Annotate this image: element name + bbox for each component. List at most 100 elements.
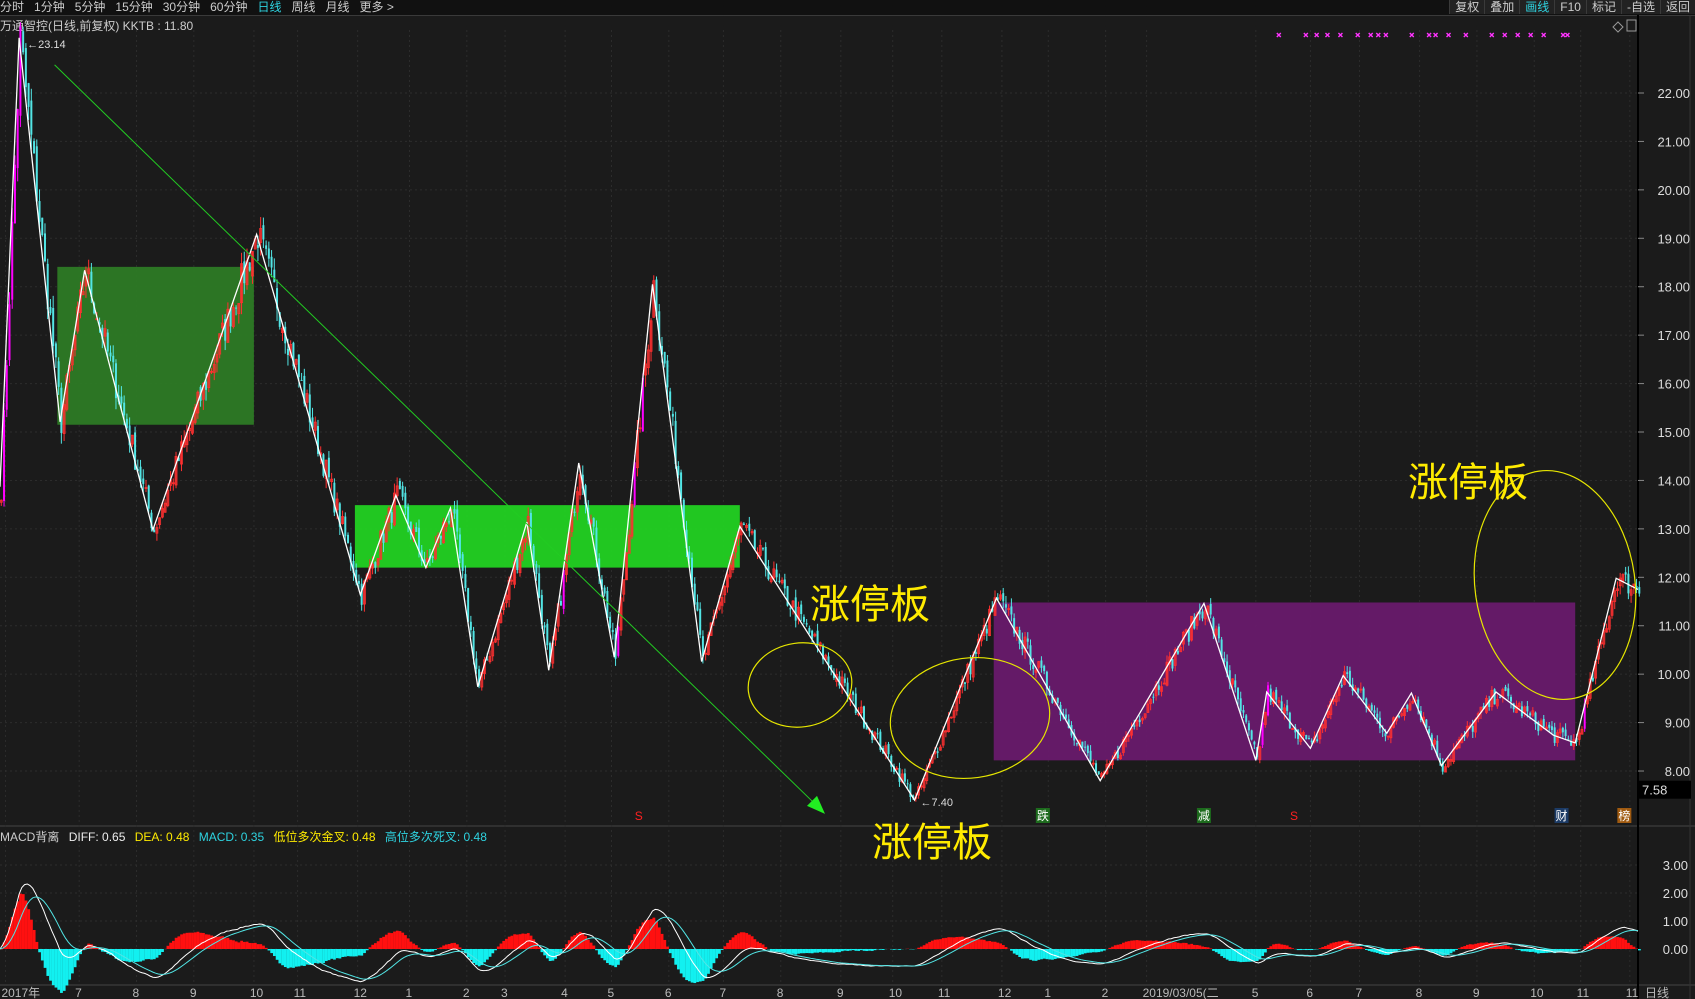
macd-histogram-bar (510, 935, 514, 949)
time-axis-label: 2 (1102, 986, 1109, 999)
macd-histogram-bar (1193, 944, 1196, 949)
candle-body (974, 652, 977, 654)
candle-body (1624, 572, 1627, 575)
price-tick-label: 14.00 (1657, 473, 1690, 488)
macd-histogram-bar (1176, 942, 1180, 949)
candle-body (404, 492, 407, 509)
macd-histogram-bar (1283, 944, 1286, 949)
macd-histogram-bar (360, 949, 364, 956)
candle-body (1381, 730, 1384, 732)
low-price-label: ←7.40 (921, 797, 953, 809)
macd-histogram-bar (335, 949, 339, 959)
macd-histogram-bar (1621, 938, 1625, 949)
candle-body (11, 221, 14, 300)
candle-body (1032, 665, 1035, 670)
macd-histogram-bar (1239, 949, 1243, 963)
macd-histogram-bar (1040, 949, 1043, 960)
macd-histogram-bar (917, 947, 921, 949)
macd-histogram-bar (925, 943, 929, 949)
macd-histogram-bar (922, 945, 926, 949)
candle-body (666, 360, 669, 388)
macd-histogram-bar (144, 949, 148, 960)
macd-histogram-bar (1179, 943, 1183, 949)
macd-histogram-bar (941, 938, 945, 949)
candle-body (1269, 688, 1272, 702)
signal-cross-icon (1463, 32, 1469, 38)
macd-histogram-bar (354, 949, 358, 957)
time-axis-label: 7 (1356, 986, 1363, 999)
time-axis-label: 10 (889, 986, 903, 999)
candle-body (458, 534, 461, 559)
candle-body (273, 269, 276, 283)
macd-histogram-bar (936, 939, 940, 949)
macd-histogram-bar (453, 942, 456, 949)
macd-histogram-bar (229, 939, 233, 949)
candle-body (1471, 725, 1474, 732)
time-axis-label: 8 (777, 986, 784, 999)
macd-histogram-bar (985, 941, 989, 949)
candle-body (415, 527, 418, 532)
macd-histogram-bar (944, 937, 948, 949)
candle-body (546, 623, 549, 646)
macd-histogram-bar (1526, 949, 1529, 952)
macd-histogram-bar (1015, 949, 1019, 955)
macd-histogram-bar (1460, 946, 1464, 949)
macd-histogram-bar (717, 949, 721, 954)
macd-histogram-bar (851, 949, 855, 951)
macd-histogram-bar (1122, 942, 1125, 949)
macd-histogram-bar (1225, 949, 1229, 960)
candle-body (401, 485, 404, 497)
macd-histogram-bar (603, 949, 607, 961)
macd-histogram-bar (933, 939, 937, 949)
candle-body (852, 691, 855, 695)
macd-histogram-bar (1135, 940, 1139, 949)
macd-histogram-bar (1567, 949, 1570, 952)
macd-histogram-bar (234, 941, 238, 949)
macd-histogram-bar (215, 936, 219, 949)
macd-histogram-bar (1132, 940, 1136, 949)
macd-histogram-bar (494, 949, 497, 951)
candle-body (1638, 587, 1641, 594)
macd-histogram-bar (838, 949, 841, 953)
candle-body (1201, 611, 1204, 619)
macd-histogram-bar (1081, 949, 1084, 955)
macd-histogram-bar (1277, 943, 1281, 949)
candle-body (382, 533, 385, 543)
macd-histogram-bar (1261, 949, 1265, 956)
candle-body (963, 682, 966, 684)
macd-histogram-bar (589, 942, 593, 949)
macd-histogram-bar (38, 949, 42, 953)
macd-histogram-bar (1403, 948, 1407, 949)
candle-body (1171, 659, 1174, 669)
macd-histogram-bar (180, 934, 183, 949)
candle-body (1529, 713, 1532, 716)
macd-histogram-bar (1116, 944, 1120, 949)
signal-cross-icon (1426, 32, 1432, 38)
candle-body (800, 604, 803, 615)
candle-body (516, 557, 519, 571)
time-axis-label: 2 (463, 986, 470, 999)
macd-histogram-bar (483, 949, 487, 963)
candle-body (1157, 685, 1160, 690)
macd-histogram-bar (674, 949, 678, 965)
candle-body (1217, 626, 1220, 639)
candle-body (22, 31, 25, 53)
macd-histogram-bar (1203, 946, 1207, 949)
macd-histogram-bar (54, 949, 58, 988)
macd-histogram-bar (515, 934, 519, 949)
macd-histogram-bar (1452, 949, 1456, 952)
macd-histogram-bar (60, 949, 63, 993)
macd-histogram-bar (248, 942, 252, 949)
candle-body (778, 580, 781, 582)
macd-histogram-bar (330, 949, 334, 959)
candle-body (538, 573, 541, 598)
candle-body (1499, 697, 1502, 699)
macd-histogram-bar (363, 949, 366, 954)
candle-body (1310, 740, 1313, 743)
macd-histogram-bar (1012, 949, 1016, 954)
macd-histogram-bar (502, 940, 506, 949)
macd-histogram-bar (43, 949, 47, 968)
candle-body (1357, 688, 1360, 693)
macd-histogram-bar (846, 949, 850, 951)
candle-body (876, 733, 879, 735)
